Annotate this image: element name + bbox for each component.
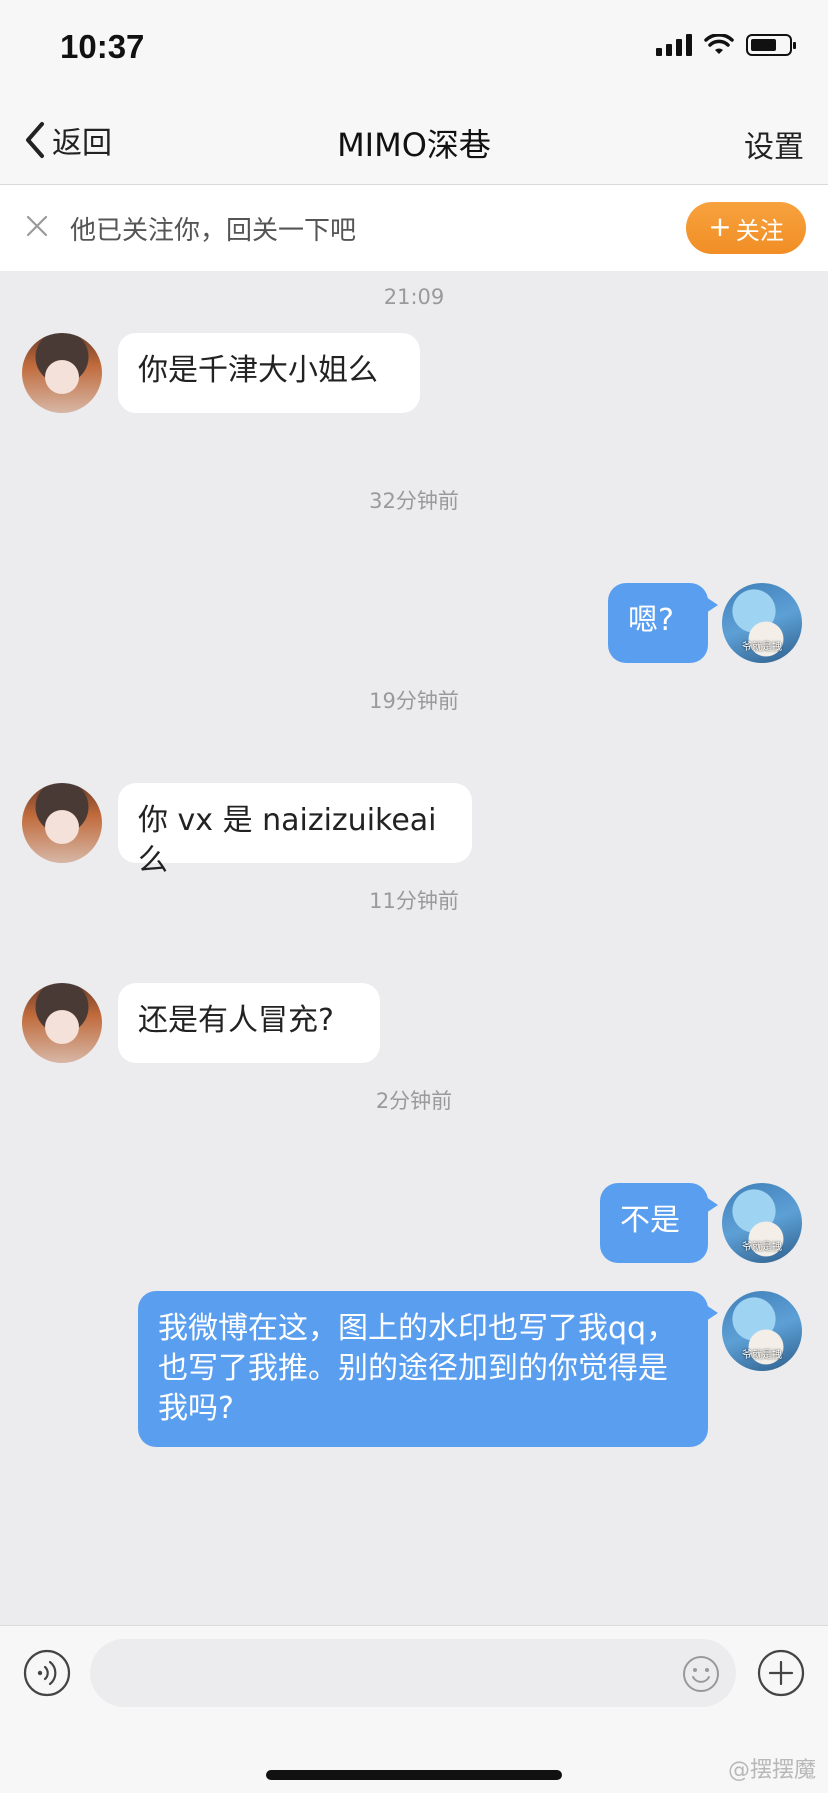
wifi-icon [704, 34, 734, 54]
chat-history[interactable]: 21:09 你是千津大小姐么 32分钟前 嗯? 爷就是拽 19分钟前 你 vx … [0, 271, 828, 1625]
message-input-bar [0, 1625, 828, 1793]
follow-banner: 他已关注你，回关一下吧 + 关注 [0, 185, 828, 271]
contact-avatar[interactable] [22, 333, 102, 413]
status-icons [656, 34, 796, 56]
message-bubble-outgoing[interactable]: 不是 [600, 1183, 718, 1263]
message-bubble-incoming[interactable]: 你 vx 是 naizizuikeai 么 [118, 783, 472, 878]
follow-banner-text: 他已关注你，回关一下吧 [70, 216, 357, 246]
follow-button-label: 关注 [735, 216, 784, 245]
message-timestamp: 19分钟前 [369, 689, 459, 713]
message-input[interactable] [90, 1639, 736, 1707]
emoji-icon[interactable] [682, 1655, 720, 1693]
message-timestamp: 11分钟前 [369, 889, 459, 913]
avatar-caption: 爷就是拽 [742, 642, 782, 653]
home-indicator [266, 1770, 562, 1780]
avatar-caption: 爷就是拽 [742, 1242, 782, 1253]
message-bubble-incoming[interactable]: 还是有人冒充? [118, 983, 380, 1063]
avatar-caption: 爷就是拽 [742, 1350, 782, 1361]
contact-avatar[interactable] [22, 783, 102, 863]
user-avatar[interactable]: 爷就是拽 [722, 1291, 802, 1371]
follow-button[interactable]: + 关注 [686, 202, 806, 254]
message-timestamp: 32分钟前 [369, 489, 459, 513]
user-avatar[interactable]: 爷就是拽 [722, 1183, 802, 1263]
cellular-signal-icon [656, 34, 692, 56]
page-title: MIMO深巷 [337, 126, 491, 164]
message-timestamp: 21:09 [383, 285, 445, 309]
settings-button[interactable]: 设置 [744, 122, 804, 166]
add-icon[interactable] [756, 1648, 806, 1698]
navigation-bar: 返回 MIMO深巷 设置 [0, 100, 828, 185]
watermark: @摆摆魔 [727, 1758, 816, 1783]
voice-icon[interactable] [22, 1648, 72, 1698]
status-bar: 10:37 [0, 0, 828, 100]
user-avatar[interactable]: 爷就是拽 [722, 583, 802, 663]
battery-icon [746, 34, 796, 56]
message-timestamp: 2分钟前 [375, 1089, 453, 1113]
plus-icon: + [708, 210, 732, 243]
close-icon[interactable] [22, 211, 52, 241]
contact-avatar[interactable] [22, 983, 102, 1063]
status-time: 10:37 [60, 28, 145, 65]
message-bubble-incoming[interactable]: 你是千津大小姐么 [118, 333, 420, 413]
message-bubble-outgoing[interactable]: 嗯? [608, 583, 718, 663]
message-bubble-outgoing[interactable]: 我微博在这，图上的水印也写了我qq，也写了我推。别的途径加到的你觉得是我吗? [138, 1291, 718, 1447]
